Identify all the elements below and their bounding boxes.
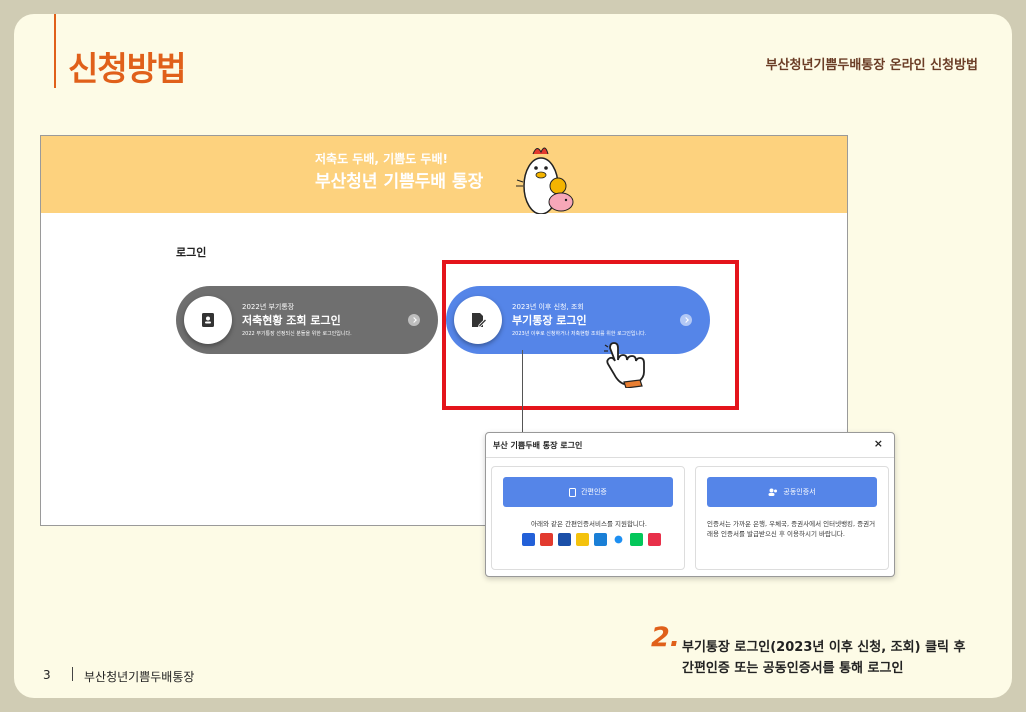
step-instruction-line1: 부기통장 로그인(2023년 이후 신청, 조회) 클릭 후 — [682, 640, 966, 655]
contact-book-icon — [202, 313, 214, 327]
modal-divider — [486, 457, 894, 458]
simple-auth-card: 간편인증 아래와 같은 간편인증서비스를 지원합니다. — [491, 466, 685, 570]
provider-logo[interactable] — [614, 535, 623, 544]
button-label: 저축현황 조회 로그인 — [242, 314, 341, 327]
header-subtitle: 부산청년기쁨두배통장 온라인 신청방법 — [765, 58, 978, 73]
close-icon[interactable]: × — [874, 437, 883, 450]
provider-logo[interactable] — [522, 533, 535, 546]
button-sublabel: 2022년 부기통장 — [242, 303, 295, 311]
step-number: 2. — [651, 622, 681, 653]
phone-icon — [569, 487, 577, 497]
login-modal: 부산 기쁨두배 통장 로그인 × 간편인증 아래와 같은 간편인증서비스를 지원… — [485, 432, 895, 577]
footer-divider — [72, 667, 73, 681]
auth-provider-logos — [522, 533, 661, 546]
public-cert-card: 공동인증서 인증서는 가까운 은행, 우체국, 증권사에서 인터넷뱅킹, 증권거… — [695, 466, 889, 570]
footer-title: 부산청년기쁨두배통장 — [84, 670, 195, 684]
public-cert-text: 인증서는 가까운 은행, 우체국, 증권사에서 인터넷뱅킹, 증권거래용 인증서… — [707, 520, 876, 538]
banner-subtitle: 저축도 두배, 기쁨도 두배! — [315, 152, 448, 166]
step-instruction-line2: 간편인증 또는 공동인증서를 통해 로그인 — [682, 661, 904, 676]
mascot-icon — [516, 147, 574, 214]
provider-logo[interactable] — [594, 533, 607, 546]
connector-line — [522, 350, 523, 434]
site-banner: 저축도 두배, 기쁨도 두배! 부산청년 기쁨두배 통장 — [41, 136, 847, 214]
simple-auth-button[interactable]: 간편인증 — [503, 477, 673, 507]
arrow-right-icon — [408, 314, 420, 326]
accent-bar — [54, 14, 56, 88]
modal-title: 부산 기쁨두배 통장 로그인 — [493, 441, 583, 450]
highlight-box — [442, 260, 739, 410]
public-cert-label: 공동인증서 — [783, 488, 816, 496]
provider-logo[interactable] — [540, 533, 553, 546]
page-number: 3 — [43, 668, 51, 682]
simple-auth-label: 간편인증 — [581, 488, 607, 496]
provider-logo[interactable] — [630, 533, 643, 546]
button-icon-circle — [184, 296, 232, 344]
pointer-hand-icon — [604, 342, 645, 388]
simple-auth-text: 아래와 같은 간편인증서비스를 지원합니다. — [531, 520, 647, 528]
provider-logo[interactable] — [558, 533, 571, 546]
provider-logo[interactable] — [576, 533, 589, 546]
savings-status-login-button[interactable]: 2022년 부기통장 저축현황 조회 로그인 2022 부기통장 선정되신 분들… — [176, 286, 438, 354]
login-heading: 로그인 — [176, 246, 207, 259]
provider-logo[interactable] — [648, 533, 661, 546]
page-title: 신청방법 — [68, 49, 186, 88]
banner-title: 부산청년 기쁨두배 통장 — [315, 172, 484, 192]
public-cert-button[interactable]: 공동인증서 — [707, 477, 877, 507]
user-group-icon — [768, 488, 778, 496]
button-description: 2022 부기통장 선정되신 분들을 위한 로그인입니다. — [242, 331, 352, 337]
